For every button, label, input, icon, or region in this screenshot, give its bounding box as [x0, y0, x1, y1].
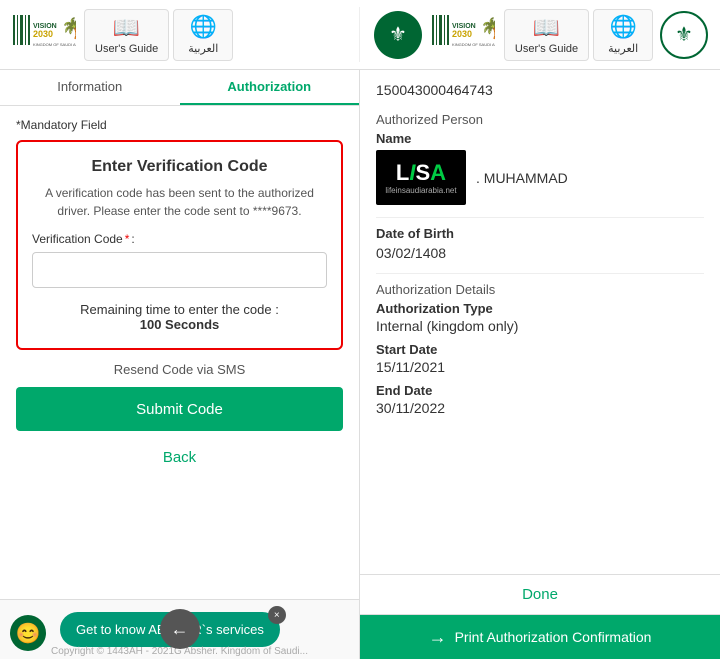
left-panel: Information Authorization *Mandatory Fie… [0, 70, 360, 659]
verification-box: Enter Verification Code A verification c… [16, 140, 343, 350]
end-date-label: End Date [376, 383, 704, 398]
users-guide-btn-right[interactable]: 📖 User's Guide [504, 9, 589, 61]
name-label: Name [376, 131, 704, 146]
svg-text:KINGDOM OF SAUDI ARABIA: KINGDOM OF SAUDI ARABIA [452, 42, 495, 47]
start-date-label: Start Date [376, 342, 704, 357]
arrow-right-icon: → [429, 627, 447, 648]
svg-text:2030: 2030 [33, 29, 53, 39]
header-right: ⚜ VISION 2030 KINGDOM OF SAUDI ARABIA 🌴 … [360, 7, 712, 62]
svg-text:🌴: 🌴 [480, 16, 495, 40]
end-date-value: 30/11/2022 [376, 400, 704, 416]
right-panel-content: 150043000464743 Authorized Person Name L… [360, 70, 720, 574]
tab-information[interactable]: Information [0, 70, 180, 105]
required-star: * [125, 232, 130, 246]
submit-code-button[interactable]: Submit Code [16, 387, 343, 431]
print-authorization-button[interactable]: → Print Authorization Confirmation [360, 615, 720, 659]
arabic-btn-left[interactable]: 🌐 العربية [173, 9, 233, 61]
back-button[interactable]: Back [16, 439, 343, 475]
chat-close-button[interactable]: × [268, 606, 286, 624]
authorized-person-label: Authorized Person [376, 112, 704, 127]
verification-description: A verification code has been sent to the… [32, 184, 327, 220]
dob-label: Date of Birth [376, 226, 704, 241]
header-left: VISION 2030 KINGDOM OF SAUDI ARABIA 🌴 📖 … [8, 7, 360, 62]
verification-code-input[interactable] [32, 252, 327, 288]
globe-icon-right: 🌐 [609, 14, 636, 40]
authorized-name: . MUHAMMAD [476, 170, 568, 186]
left-footer: 😊 Get to know ABSHER`s services × ← Copy… [0, 599, 359, 659]
lisa-logo: LISA lifeinsaudiarabia.net [376, 150, 466, 205]
auth-type-value: Internal (kingdom only) [376, 318, 704, 334]
divider-2 [376, 273, 704, 274]
auth-type-label: Authorization Type [376, 301, 704, 316]
mandatory-field-notice: *Mandatory Field [16, 118, 343, 132]
right-panel: 150043000464743 Authorized Person Name L… [360, 70, 720, 659]
tab-authorization[interactable]: Authorization [180, 70, 360, 105]
arrow-circle-button[interactable]: ← [160, 609, 200, 649]
book-icon-right: 📖 [533, 15, 560, 41]
book-icon-left: 📖 [113, 15, 140, 41]
right-footer: Done → Print Authorization Confirmation [360, 574, 720, 659]
resend-link[interactable]: Resend Code via SMS [16, 362, 343, 377]
verification-title: Enter Verification Code [32, 158, 327, 176]
name-row: LISA lifeinsaudiarabia.net . MUHAMMAD [376, 150, 704, 205]
saudi-emblem-left: ⚜ [374, 11, 422, 59]
users-guide-btn-left[interactable]: 📖 User's Guide [84, 9, 169, 61]
lisa-sub-text: lifeinsaudiarabia.net [385, 186, 456, 195]
done-button[interactable]: Done [360, 575, 720, 615]
header: VISION 2030 KINGDOM OF SAUDI ARABIA 🌴 📖 … [0, 0, 720, 70]
verification-code-label: Verification Code * : [32, 232, 327, 246]
tab-bar: Information Authorization [0, 70, 359, 106]
svg-text:2030: 2030 [452, 29, 472, 39]
svg-text:🌴: 🌴 [61, 16, 76, 40]
remaining-time: Remaining time to enter the code : 100 S… [32, 302, 327, 332]
vision-logo-left: VISION 2030 KINGDOM OF SAUDI ARABIA 🌴 [8, 7, 78, 62]
auth-details-label: Authorization Details [376, 282, 704, 297]
left-panel-content: *Mandatory Field Enter Verification Code… [0, 106, 359, 599]
vision-logo-right: VISION 2030 KINGDOM OF SAUDI ARABIA 🌴 [428, 7, 498, 62]
divider-1 [376, 217, 704, 218]
globe-icon-left: 🌐 [190, 14, 217, 40]
start-date-value: 15/11/2021 [376, 359, 704, 375]
lisa-logo-text: LISA [385, 160, 456, 186]
saudi-emblem-right: ⚜ [660, 11, 708, 59]
main-content: Information Authorization *Mandatory Fie… [0, 70, 720, 659]
arabic-btn-right[interactable]: 🌐 العربية [593, 9, 653, 61]
dob-value: 03/02/1408 [376, 245, 704, 261]
authorization-number: 150043000464743 [376, 82, 704, 98]
svg-text:KINGDOM OF SAUDI ARABIA: KINGDOM OF SAUDI ARABIA [33, 42, 76, 47]
